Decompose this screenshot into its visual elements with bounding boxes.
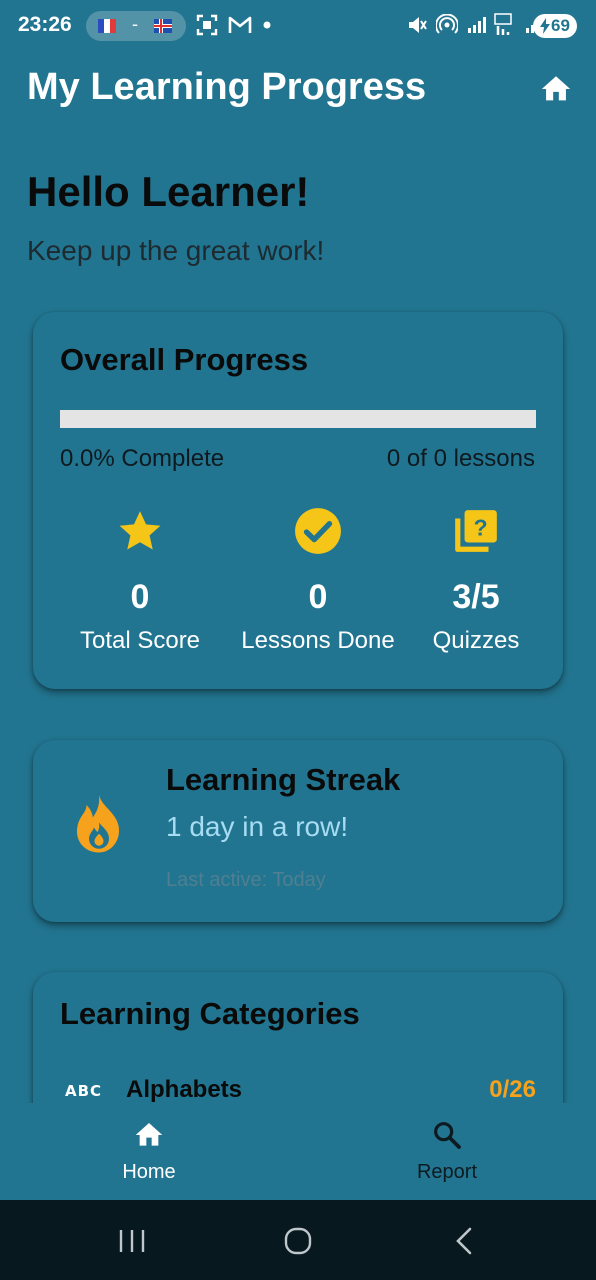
quizzes-value: 3/5 bbox=[452, 578, 500, 616]
percent-complete-text: 0.0% Complete bbox=[60, 445, 225, 472]
stat-quizzes: ? 3/5 Quizzes bbox=[391, 506, 561, 655]
check-circle-icon bbox=[295, 508, 341, 554]
recents-icon[interactable] bbox=[118, 1226, 146, 1256]
5g-signal-icon bbox=[494, 13, 512, 35]
quiz-icon: ? bbox=[455, 510, 497, 552]
nav-report-label: Report bbox=[416, 1161, 478, 1183]
total-score-label: Total Score bbox=[79, 627, 201, 654]
signal-icon bbox=[468, 17, 486, 33]
gmail-icon bbox=[228, 16, 252, 33]
overall-progress-card: Overall Progress 0.0% Complete 0 of 0 le… bbox=[33, 312, 563, 689]
search-icon bbox=[434, 1122, 461, 1149]
streak-last-active: Last active: Today bbox=[166, 869, 326, 891]
status-bar: 23:26 - 69 bbox=[0, 0, 596, 54]
lessons-done-value: 0 bbox=[308, 578, 328, 616]
learning-categories-card: Learning Categories ABC Alphabets 0/26 bbox=[33, 972, 563, 1112]
category-count: 0/26 bbox=[489, 1076, 536, 1103]
battery-charging-icon: 69 bbox=[533, 14, 577, 38]
system-nav-bar bbox=[0, 1200, 596, 1280]
page-title: My Learning Progress bbox=[27, 66, 427, 108]
greeting-subtitle: Keep up the great work! bbox=[27, 235, 325, 266]
status-time: 23:26 bbox=[18, 13, 72, 36]
streak-title: Learning Streak bbox=[166, 762, 401, 797]
language-pill: - bbox=[86, 11, 186, 41]
overall-progress-title: Overall Progress bbox=[60, 342, 309, 377]
category-name: Alphabets bbox=[126, 1076, 243, 1103]
home-icon[interactable] bbox=[538, 72, 574, 106]
dot-icon bbox=[263, 21, 271, 29]
flag-iceland-icon bbox=[154, 19, 172, 33]
abc-icon: ABC bbox=[65, 1082, 103, 1100]
lessons-done-label: Lessons Done bbox=[241, 627, 395, 654]
mute-vibrate-icon bbox=[409, 17, 427, 33]
language-separator: - bbox=[132, 14, 138, 34]
quizzes-label: Quizzes bbox=[432, 627, 520, 654]
svg-text:?: ? bbox=[474, 515, 488, 541]
stat-total-score: 0 Total Score bbox=[55, 506, 225, 655]
screenshot-icon bbox=[196, 14, 218, 36]
flame-icon bbox=[76, 795, 120, 853]
bottom-nav: Home Report bbox=[0, 1103, 596, 1200]
home-icon bbox=[135, 1123, 163, 1146]
greeting-title: Hello Learner! bbox=[27, 168, 310, 215]
categories-title: Learning Categories bbox=[60, 996, 360, 1031]
total-score-value: 0 bbox=[130, 578, 150, 616]
hotspot-icon bbox=[436, 14, 458, 34]
back-icon[interactable] bbox=[452, 1226, 478, 1256]
lessons-count-text: 0 of 0 lessons bbox=[386, 445, 535, 472]
stat-lessons-done: 0 Lessons Done bbox=[233, 506, 403, 655]
flag-france-icon bbox=[98, 19, 116, 33]
nav-home[interactable]: Home bbox=[79, 1119, 219, 1184]
nav-home-label: Home bbox=[122, 1161, 176, 1183]
overall-progress-bar bbox=[60, 410, 536, 428]
learning-streak-card: Learning Streak 1 day in a row! Last act… bbox=[33, 740, 563, 922]
nav-report[interactable]: Report bbox=[377, 1119, 517, 1184]
star-icon bbox=[119, 511, 161, 550]
home-circle-icon[interactable] bbox=[283, 1226, 313, 1256]
streak-days: 1 day in a row! bbox=[166, 811, 349, 842]
battery-level: 69 bbox=[551, 16, 570, 35]
